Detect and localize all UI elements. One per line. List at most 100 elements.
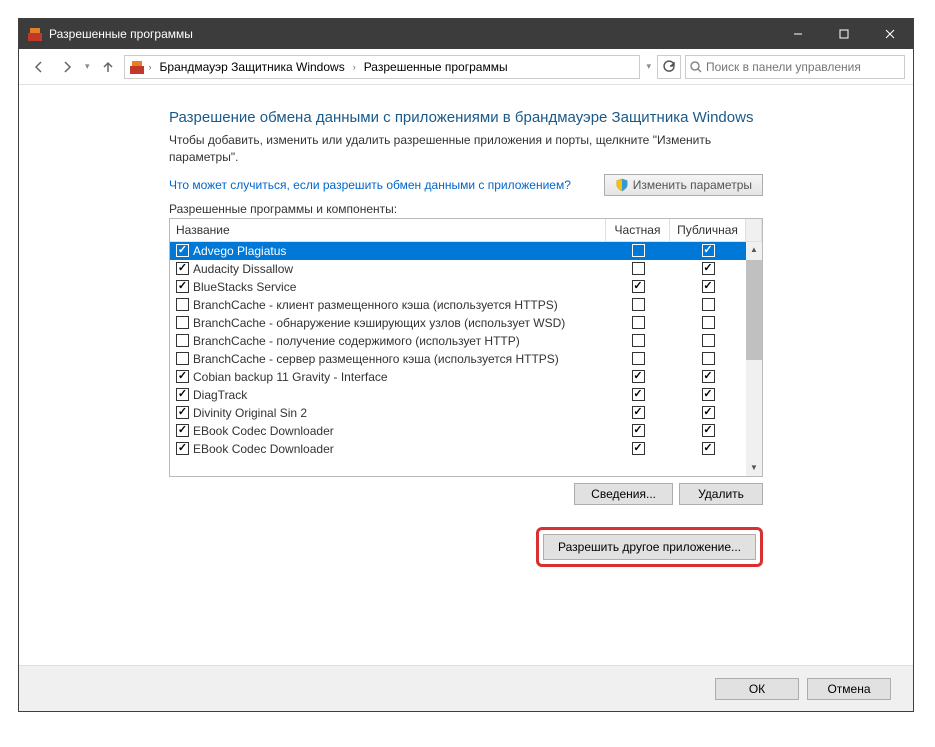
table-row[interactable]: DiagTrack	[170, 386, 762, 404]
firewall-icon	[129, 59, 145, 75]
table-row[interactable]: Audacity Dissallow	[170, 260, 762, 278]
enable-checkbox[interactable]	[176, 424, 189, 437]
breadcrumb-firewall[interactable]: Брандмауэр Защитника Windows	[156, 58, 349, 76]
allowed-apps-list: Название Частная Публичная Advego Plagia…	[169, 218, 763, 477]
app-name: BlueStacks Service	[193, 280, 296, 294]
app-name: EBook Codec Downloader	[193, 442, 334, 456]
public-checkbox[interactable]	[702, 262, 715, 275]
private-checkbox[interactable]	[632, 442, 645, 455]
forward-button[interactable]	[55, 55, 79, 79]
window: Разрешенные программы ▾ › Брандмауэр Защ…	[18, 18, 914, 712]
search-input[interactable]	[706, 60, 900, 74]
remove-button[interactable]: Удалить	[679, 483, 763, 505]
minimize-button[interactable]	[775, 19, 821, 49]
private-checkbox[interactable]	[632, 316, 645, 329]
column-name[interactable]: Название	[170, 219, 606, 241]
enable-checkbox[interactable]	[176, 352, 189, 365]
list-header: Название Частная Публичная	[170, 219, 762, 242]
back-button[interactable]	[27, 55, 51, 79]
private-checkbox[interactable]	[632, 280, 645, 293]
private-checkbox[interactable]	[632, 262, 645, 275]
column-private[interactable]: Частная	[606, 219, 670, 241]
app-name: Divinity Original Sin 2	[193, 406, 307, 420]
public-checkbox[interactable]	[702, 244, 715, 257]
enable-checkbox[interactable]	[176, 406, 189, 419]
maximize-button[interactable]	[821, 19, 867, 49]
app-name: BranchCache - получение содержимого (исп…	[193, 334, 520, 348]
breadcrumb-allowed[interactable]: Разрешенные программы	[360, 58, 512, 76]
table-row[interactable]: BranchCache - сервер размещенного кэша (…	[170, 350, 762, 368]
scroll-gutter	[746, 219, 762, 241]
public-checkbox[interactable]	[702, 424, 715, 437]
app-name: EBook Codec Downloader	[193, 424, 334, 438]
app-name: BranchCache - обнаружение кэширующих узл…	[193, 316, 565, 330]
private-checkbox[interactable]	[632, 388, 645, 401]
app-name: Audacity Dissallow	[193, 262, 293, 276]
table-row[interactable]: BranchCache - получение содержимого (исп…	[170, 332, 762, 350]
page-subtext: Чтобы добавить, изменить или удалить раз…	[169, 132, 763, 166]
column-public[interactable]: Публичная	[670, 219, 746, 241]
scrollbar[interactable]: ▲ ▼	[746, 242, 762, 476]
enable-checkbox[interactable]	[176, 244, 189, 257]
enable-checkbox[interactable]	[176, 370, 189, 383]
private-checkbox[interactable]	[632, 352, 645, 365]
public-checkbox[interactable]	[702, 442, 715, 455]
navbar: ▾ › Брандмауэр Защитника Windows › Разре…	[19, 49, 913, 85]
table-row[interactable]: Cobian backup 11 Gravity - Interface	[170, 368, 762, 386]
private-checkbox[interactable]	[632, 244, 645, 257]
recent-dropdown[interactable]: ▾	[85, 61, 90, 72]
search-icon	[690, 61, 702, 73]
cancel-button[interactable]: Отмена	[807, 678, 891, 700]
public-checkbox[interactable]	[702, 388, 715, 401]
table-row[interactable]: Divinity Original Sin 2	[170, 404, 762, 422]
table-row[interactable]: BranchCache - клиент размещенного кэша (…	[170, 296, 762, 314]
close-button[interactable]	[867, 19, 913, 49]
content-area: Разрешение обмена данными с приложениями…	[19, 85, 913, 665]
app-name: BranchCache - сервер размещенного кэша (…	[193, 352, 559, 366]
allow-another-app-button[interactable]: Разрешить другое приложение...	[543, 534, 756, 560]
app-icon	[27, 26, 43, 42]
private-checkbox[interactable]	[632, 334, 645, 347]
chevron-right-icon: ›	[149, 62, 152, 72]
enable-checkbox[interactable]	[176, 298, 189, 311]
titlebar: Разрешенные программы	[19, 19, 913, 49]
enable-checkbox[interactable]	[176, 442, 189, 455]
enable-checkbox[interactable]	[176, 334, 189, 347]
app-name: Advego Plagiatus	[193, 244, 286, 258]
table-row[interactable]: Advego Plagiatus	[170, 242, 762, 260]
public-checkbox[interactable]	[702, 352, 715, 365]
public-checkbox[interactable]	[702, 316, 715, 329]
highlight-box: Разрешить другое приложение...	[536, 527, 763, 567]
public-checkbox[interactable]	[702, 334, 715, 347]
table-row[interactable]: BlueStacks Service	[170, 278, 762, 296]
public-checkbox[interactable]	[702, 370, 715, 383]
private-checkbox[interactable]	[632, 406, 645, 419]
enable-checkbox[interactable]	[176, 262, 189, 275]
table-row[interactable]: EBook Codec Downloader	[170, 422, 762, 440]
change-settings-button[interactable]: Изменить параметры	[604, 174, 763, 196]
private-checkbox[interactable]	[632, 424, 645, 437]
app-name: Cobian backup 11 Gravity - Interface	[193, 370, 388, 384]
enable-checkbox[interactable]	[176, 316, 189, 329]
scroll-up-icon[interactable]: ▲	[746, 242, 762, 258]
public-checkbox[interactable]	[702, 406, 715, 419]
enable-checkbox[interactable]	[176, 388, 189, 401]
private-checkbox[interactable]	[632, 370, 645, 383]
up-button[interactable]	[96, 55, 120, 79]
page-heading: Разрешение обмена данными с приложениями…	[169, 109, 763, 126]
table-row[interactable]: BranchCache - обнаружение кэширующих узл…	[170, 314, 762, 332]
public-checkbox[interactable]	[702, 280, 715, 293]
enable-checkbox[interactable]	[176, 280, 189, 293]
public-checkbox[interactable]	[702, 298, 715, 311]
breadcrumb[interactable]: › Брандмауэр Защитника Windows › Разреше…	[124, 55, 641, 79]
search-box[interactable]	[685, 55, 905, 79]
scroll-down-icon[interactable]: ▼	[746, 460, 762, 476]
ok-button[interactable]: ОК	[715, 678, 799, 700]
path-dropdown[interactable]: ▾	[646, 61, 651, 72]
refresh-button[interactable]	[657, 55, 681, 79]
scroll-thumb[interactable]	[746, 260, 762, 360]
table-row[interactable]: EBook Codec Downloader	[170, 440, 762, 458]
risk-link[interactable]: Что может случиться, если разрешить обме…	[169, 178, 571, 192]
private-checkbox[interactable]	[632, 298, 645, 311]
details-button[interactable]: Сведения...	[574, 483, 673, 505]
